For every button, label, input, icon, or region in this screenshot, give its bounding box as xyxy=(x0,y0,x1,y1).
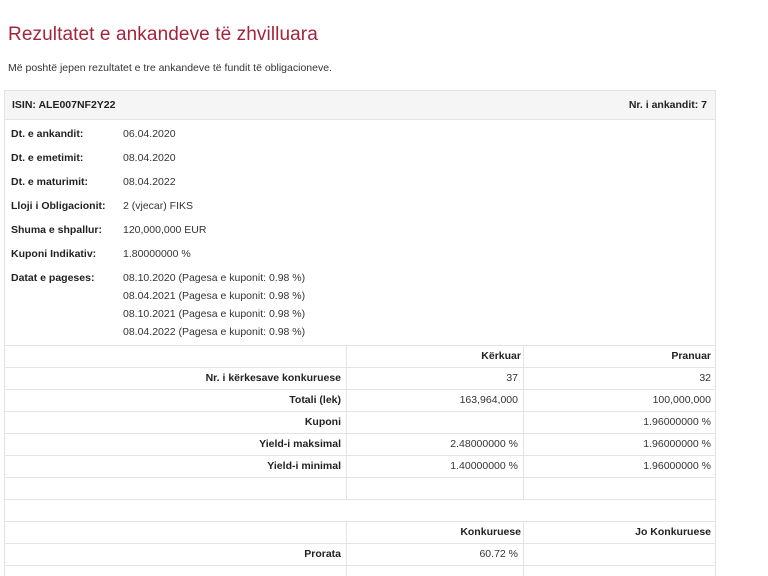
requested-value: 1.40000000 % xyxy=(450,460,518,472)
accepted-value: 1.96000000 % xyxy=(643,416,711,428)
accepted-value: 100,000,000 xyxy=(652,394,711,406)
info-label: Dt. e ankandit: xyxy=(11,128,84,140)
payment-line: 08.10.2021 (Pagesa e kuponit: 0.98 %) xyxy=(123,308,306,320)
payment-line: 08.04.2021 (Pagesa e kuponit: 0.98 %) xyxy=(123,290,306,302)
isin-label: ISIN: ALE007NF2Y22 xyxy=(12,99,116,111)
info-value: 08.04.2022 xyxy=(123,176,176,188)
row-label: Totali (lek) xyxy=(289,394,341,406)
payment-line: 08.10.2020 (Pagesa e kuponit: 0.98 %) xyxy=(123,272,306,284)
prorata-noncompetitive-value xyxy=(524,543,711,565)
requested-value: 2.48000000 % xyxy=(450,438,518,450)
info-value: 08.04.2020 xyxy=(123,152,176,164)
payment-line: 08.04.2022 (Pagesa e kuponit: 0.98 %) xyxy=(123,326,306,338)
payment-dates-label: Datat e pageses: xyxy=(11,272,95,284)
row-label: Nr. i kërkesave konkuruese xyxy=(205,372,341,384)
accepted-value: 1.96000000 % xyxy=(643,438,711,450)
info-label: Dt. e maturimit: xyxy=(11,176,89,188)
info-value: 06.04.2020 xyxy=(123,128,176,140)
col-noncompetitive-header: Jo Konkuruese xyxy=(635,526,711,538)
requested-value: 37 xyxy=(506,372,518,384)
col-accepted-header: Pranuar xyxy=(671,350,711,362)
requested-value: 163,964,000 xyxy=(459,394,518,406)
page-title: Rezultatet e ankandeve të zhvilluara xyxy=(8,24,318,45)
col-competitive-header: Konkuruese xyxy=(460,526,521,538)
page: Rezultatet e ankandeve të zhvilluara Më … xyxy=(0,0,768,576)
info-value: 1.80000000 % xyxy=(123,248,191,260)
info-value: 120,000,000 EUR xyxy=(123,224,207,236)
row-label: Kuponi xyxy=(304,416,341,428)
prorata-label: Prorata xyxy=(304,548,341,560)
accepted-value: 32 xyxy=(699,372,711,384)
requested-value xyxy=(347,411,518,433)
info-label: Dt. e emetimit: xyxy=(11,152,84,164)
col-requested-header: Kërkuar xyxy=(481,350,521,362)
info-label: Shuma e shpallur: xyxy=(11,224,103,236)
prorata-competitive-value: 60.72 % xyxy=(479,548,518,560)
auction-card: ISIN: ALE007NF2Y22 Nr. i ankandit: 7 Dt.… xyxy=(4,90,716,576)
page-intro: Më poshtë jepen rezultatet e tre ankande… xyxy=(8,62,332,74)
auction-card-header: ISIN: ALE007NF2Y22 Nr. i ankandit: 7 xyxy=(5,91,715,120)
auction-number: Nr. i ankandit: 7 xyxy=(628,99,707,111)
row-label: Yield-i minimal xyxy=(267,460,341,472)
accepted-value: 1.96000000 % xyxy=(643,460,711,472)
info-label: Lloji i Obligacionit: xyxy=(11,200,106,212)
info-value: 2 (vjecar) FIKS xyxy=(123,200,194,212)
row-label: Yield-i maksimal xyxy=(259,438,341,450)
info-label: Kuponi Indikativ: xyxy=(11,248,97,260)
